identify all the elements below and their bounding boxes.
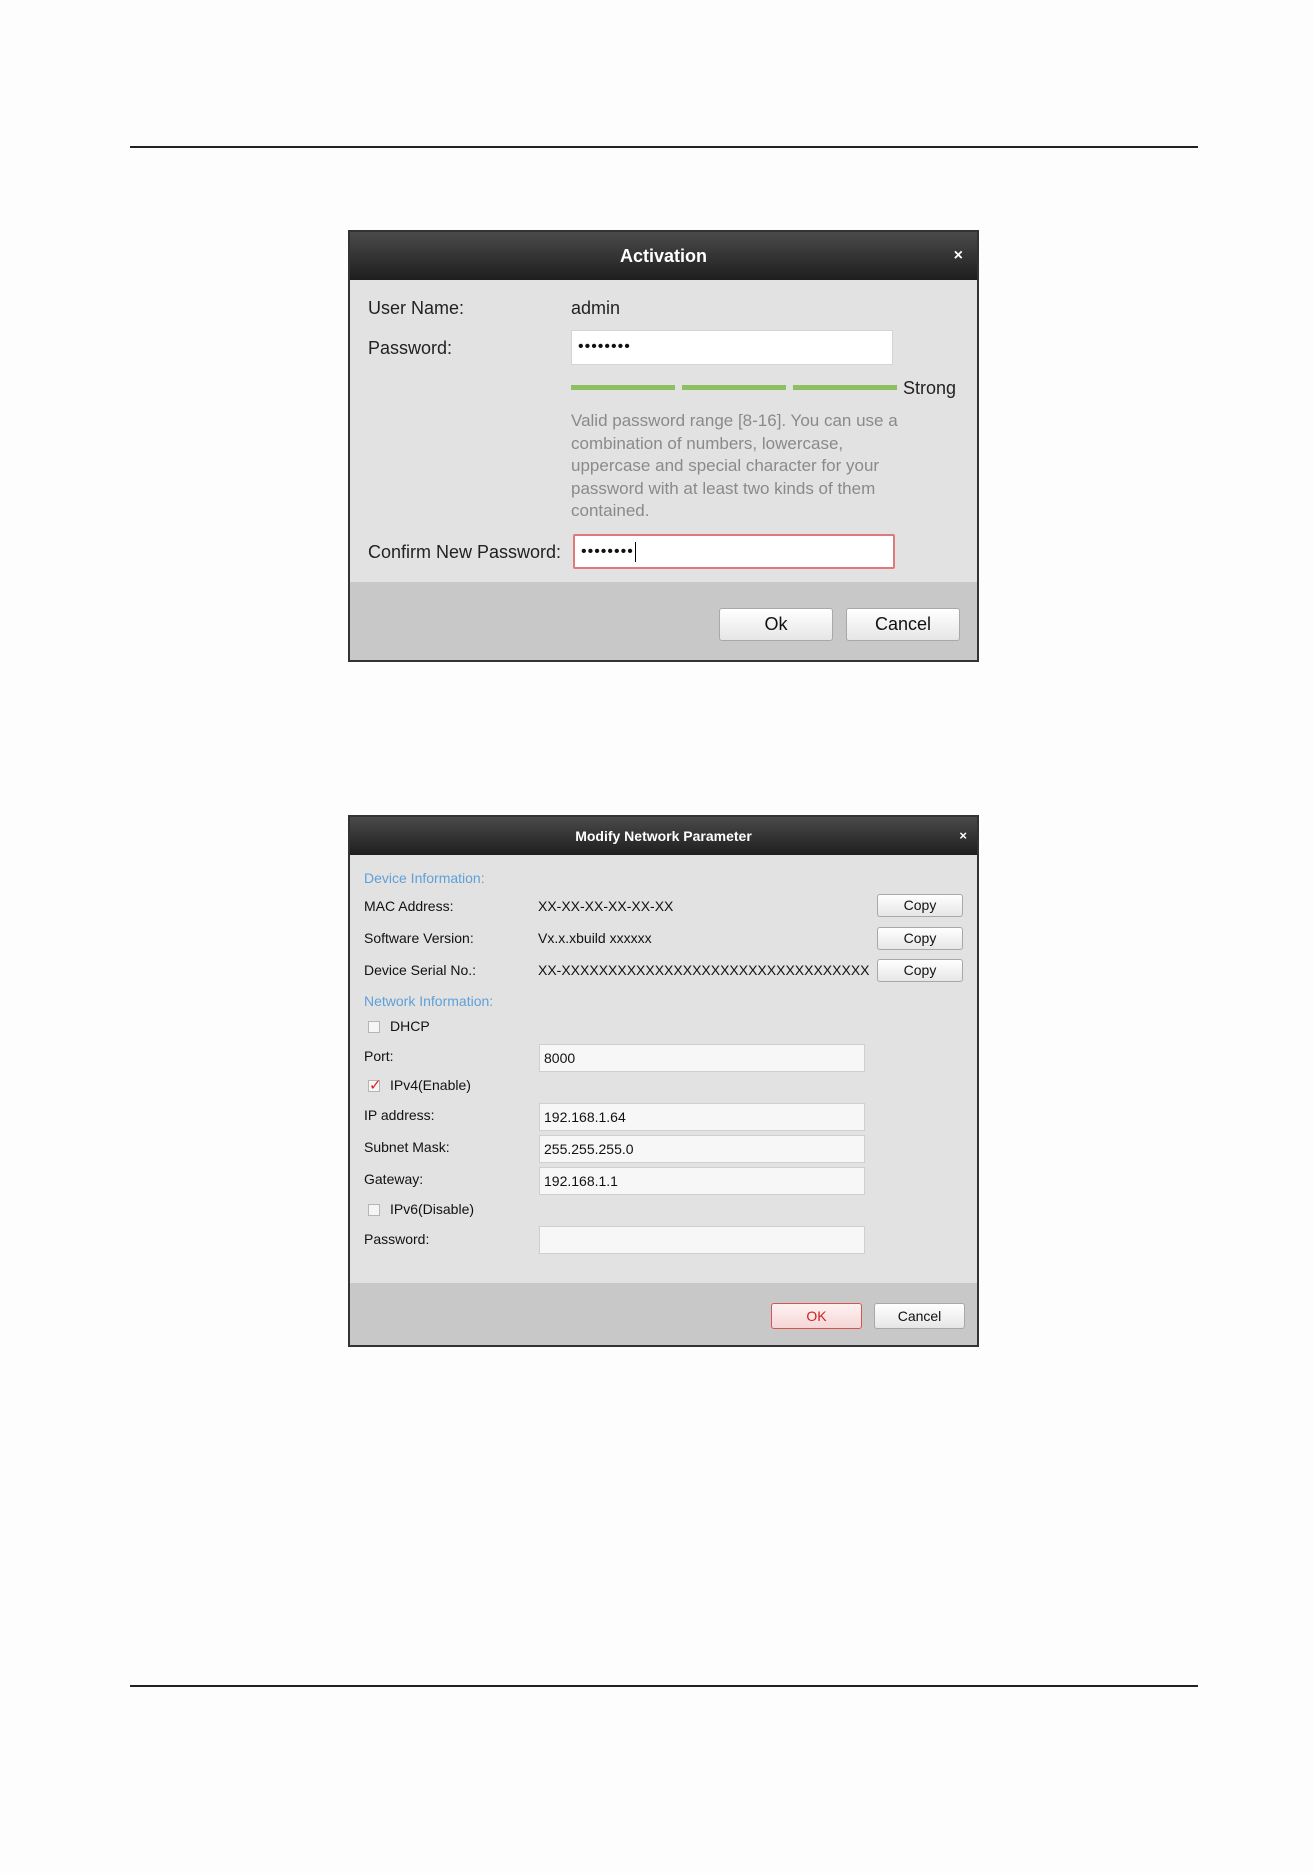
- subnet-mask-label: Subnet Mask:: [364, 1139, 450, 1155]
- software-version-label: Software Version:: [364, 930, 474, 946]
- activation-titlebar: Activation: [350, 232, 977, 280]
- network-titlebar: Modify Network Parameter: [350, 817, 977, 855]
- copy-software-button[interactable]: Copy: [877, 927, 963, 950]
- gateway-input[interactable]: 192.168.1.1: [539, 1167, 865, 1195]
- close-icon[interactable]: ×: [959, 817, 967, 855]
- port-input[interactable]: 8000: [539, 1044, 865, 1072]
- ipv6-label: IPv6(Disable): [390, 1201, 475, 1217]
- serial-value: XX-XXXXXXXXXXXXXXXXXXXXXXXXXXXXXXXXX: [538, 962, 870, 978]
- ipv4-label: IPv4(Enable): [390, 1077, 471, 1093]
- password-label: Password:: [364, 1231, 430, 1247]
- dhcp-checkbox[interactable]: [368, 1021, 380, 1033]
- dhcp-label: DHCP: [390, 1018, 430, 1034]
- network-title: Modify Network Parameter: [575, 828, 752, 844]
- cancel-button[interactable]: Cancel: [874, 1303, 965, 1329]
- strength-bar-1: [571, 385, 675, 390]
- confirm-password-value: ••••••••: [581, 543, 634, 560]
- ok-button[interactable]: OK: [771, 1303, 862, 1329]
- serial-label: Device Serial No.:: [364, 962, 477, 978]
- top-rule: [130, 146, 1198, 148]
- network-info-heading: Network Information:: [364, 993, 494, 1009]
- ipv6-checkbox[interactable]: [368, 1204, 380, 1216]
- ipv4-checkbox[interactable]: [368, 1076, 382, 1094]
- password-label: Password:: [368, 338, 453, 358]
- password-input[interactable]: [539, 1226, 865, 1254]
- software-version-value: Vx.x.xbuild xxxxxx: [538, 930, 652, 946]
- subnet-mask-input[interactable]: 255.255.255.0: [539, 1135, 865, 1163]
- user-name-value: admin: [571, 298, 621, 318]
- password-hint: Valid password range [8-16]. You can use…: [571, 411, 898, 520]
- strength-bar-2: [682, 385, 786, 390]
- activation-title: Activation: [619, 246, 707, 266]
- confirm-password-label: Confirm New Password:: [368, 542, 562, 562]
- confirm-password-input[interactable]: ••••••••: [573, 534, 895, 569]
- bottom-rule: [130, 1685, 1198, 1687]
- text-caret: [634, 541, 636, 562]
- gateway-label: Gateway:: [364, 1171, 424, 1187]
- copy-serial-button[interactable]: Copy: [877, 959, 963, 982]
- close-icon[interactable]: ×: [954, 232, 963, 280]
- ip-address-input[interactable]: 192.168.1.64: [539, 1103, 865, 1131]
- cancel-button[interactable]: Cancel: [846, 608, 960, 641]
- mac-value: XX-XX-XX-XX-XX-XX: [538, 898, 674, 914]
- copy-mac-button[interactable]: Copy: [877, 894, 963, 917]
- modify-network-dialog: Modify Network Parameter × Device Inform…: [348, 815, 979, 1347]
- strength-label: Strong: [903, 378, 957, 398]
- user-name-label: User Name:: [368, 298, 465, 318]
- ip-address-label: IP address:: [364, 1107, 435, 1123]
- mac-label: MAC Address:: [364, 898, 454, 914]
- strength-bar-3: [793, 385, 897, 390]
- activation-dialog: Activation × User Name: admin Password: …: [348, 230, 979, 662]
- port-label: Port:: [364, 1048, 394, 1064]
- ok-button[interactable]: Ok: [719, 608, 833, 641]
- device-info-heading: Device Information:: [364, 870, 485, 886]
- password-input[interactable]: ••••••••: [571, 330, 893, 365]
